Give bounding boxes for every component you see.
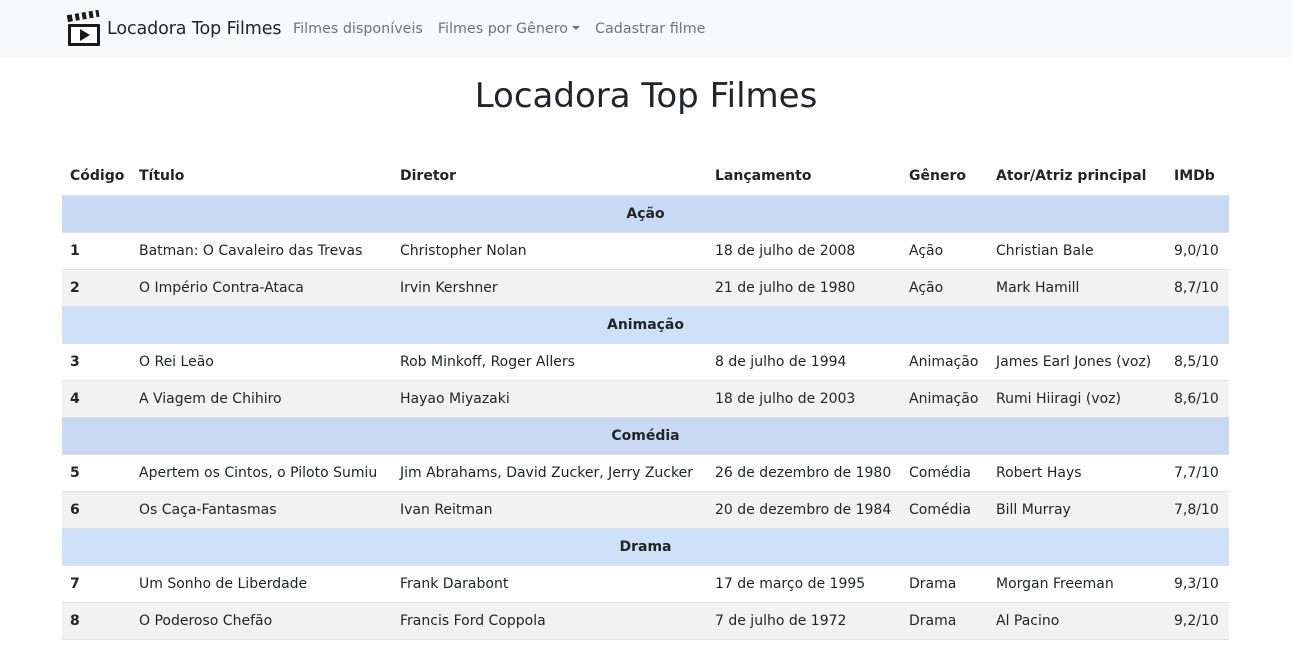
cell-release: 17 de março de 1995 bbox=[707, 564, 901, 602]
genre-group-label: Drama bbox=[62, 527, 1229, 565]
cell-release: 26 de dezembro de 1980 bbox=[707, 453, 901, 491]
cell-director: Irvin Kershner bbox=[392, 268, 707, 306]
cell-director: Hayao Miyazaki bbox=[392, 379, 707, 417]
table-row: 2 O Império Contra-Ataca Irvin Kershner … bbox=[62, 268, 1229, 306]
clapperboard-icon bbox=[66, 10, 100, 46]
nav-register-movie-label: Cadastrar filme bbox=[595, 20, 706, 37]
table-row: 5 Apertem os Cintos, o Piloto Sumiu Jim … bbox=[62, 453, 1229, 491]
cell-title: O Império Contra-Ataca bbox=[131, 268, 392, 306]
cell-imdb: 8,7/10 bbox=[1166, 268, 1229, 306]
cell-release: 7 de julho de 1972 bbox=[707, 601, 901, 640]
brand-link[interactable]: Locadora Top Filmes bbox=[66, 10, 282, 48]
cell-code: 6 bbox=[62, 490, 131, 528]
cell-title: Batman: O Cavaleiro das Trevas bbox=[131, 231, 392, 269]
cell-code: 8 bbox=[62, 601, 131, 640]
cell-imdb: 7,7/10 bbox=[1166, 453, 1229, 491]
cell-genre: Animação bbox=[901, 342, 988, 380]
header-title: Título bbox=[131, 158, 392, 196]
nav-links: Filmes disponíveis Filmes por Gênero Cad… bbox=[293, 0, 720, 57]
cell-title: A Viagem de Chihiro bbox=[131, 379, 392, 417]
genre-group-row: Drama bbox=[62, 527, 1229, 565]
header-genre: Gênero bbox=[901, 158, 988, 196]
table-row: 6 Os Caça-Fantasmas Ivan Reitman 20 de d… bbox=[62, 490, 1229, 528]
table-header-row: Código Título Diretor Lançamento Gênero … bbox=[62, 158, 1229, 196]
genre-group-label: Animação bbox=[62, 305, 1229, 343]
genre-group-label: Comédia bbox=[62, 416, 1229, 454]
brand-label: Locadora Top Filmes bbox=[107, 19, 282, 39]
cell-lead-actor: Robert Hays bbox=[988, 453, 1166, 491]
cell-lead-actor: Bill Murray bbox=[988, 490, 1166, 528]
cell-imdb: 9,2/10 bbox=[1166, 601, 1229, 640]
cell-lead-actor: Christian Bale bbox=[988, 231, 1166, 269]
cell-title: Apertem os Cintos, o Piloto Sumiu bbox=[131, 453, 392, 491]
cell-imdb: 9,3/10 bbox=[1166, 564, 1229, 602]
cell-director: Christopher Nolan bbox=[392, 231, 707, 269]
genre-group-row: Animação bbox=[62, 305, 1229, 343]
genre-group-row: Comédia bbox=[62, 416, 1229, 454]
cell-code: 3 bbox=[62, 342, 131, 380]
cell-release: 18 de julho de 2003 bbox=[707, 379, 901, 417]
cell-director: Jim Abrahams, David Zucker, Jerry Zucker bbox=[392, 453, 707, 491]
cell-code: 5 bbox=[62, 453, 131, 491]
cell-imdb: 7,8/10 bbox=[1166, 490, 1229, 528]
header-release: Lançamento bbox=[707, 158, 901, 196]
nav-register-movie[interactable]: Cadastrar filme bbox=[595, 21, 705, 37]
cell-lead-actor: Morgan Freeman bbox=[988, 564, 1166, 602]
cell-genre: Ação bbox=[901, 268, 988, 306]
cell-code: 7 bbox=[62, 564, 131, 602]
nav-movies-by-genre-label: Filmes por Gênero bbox=[437, 20, 569, 37]
genre-group-row: Ação bbox=[62, 194, 1229, 232]
table-row: 8 O Poderoso Chefão Francis Ford Coppola… bbox=[62, 601, 1229, 640]
cell-genre: Comédia bbox=[901, 490, 988, 528]
cell-release: 20 de dezembro de 1984 bbox=[707, 490, 901, 528]
cell-code: 1 bbox=[62, 231, 131, 269]
movies-table: Código Título Diretor Lançamento Gênero … bbox=[62, 158, 1229, 640]
navbar: Locadora Top Filmes Filmes disponíveis F… bbox=[0, 0, 1292, 57]
cell-title: O Rei Leão bbox=[131, 342, 392, 380]
genre-group-label: Ação bbox=[62, 194, 1229, 232]
cell-release: 18 de julho de 2008 bbox=[707, 231, 901, 269]
cell-director: Frank Darabont bbox=[392, 564, 707, 602]
cell-genre: Drama bbox=[901, 601, 988, 640]
nav-movies-by-genre-dropdown[interactable]: Filmes por Gênero bbox=[437, 20, 581, 37]
table-row: 1 Batman: O Cavaleiro das Trevas Christo… bbox=[62, 231, 1229, 269]
table-row: 7 Um Sonho de Liberdade Frank Darabont 1… bbox=[62, 564, 1229, 602]
cell-director: Ivan Reitman bbox=[392, 490, 707, 528]
cell-genre: Ação bbox=[901, 231, 988, 269]
cell-director: Rob Minkoff, Roger Allers bbox=[392, 342, 707, 380]
header-lead-actor: Ator/Atriz principal bbox=[988, 158, 1166, 196]
cell-imdb: 8,6/10 bbox=[1166, 379, 1229, 417]
cell-lead-actor: Al Pacino bbox=[988, 601, 1166, 640]
cell-genre: Drama bbox=[901, 564, 988, 602]
nav-available-movies-label: Filmes disponíveis bbox=[293, 20, 423, 37]
cell-lead-actor: Mark Hamill bbox=[988, 268, 1166, 306]
cell-imdb: 9,0/10 bbox=[1166, 231, 1229, 269]
table-row: 4 A Viagem de Chihiro Hayao Miyazaki 18 … bbox=[62, 379, 1229, 417]
cell-release: 8 de julho de 1994 bbox=[707, 342, 901, 380]
nav-available-movies[interactable]: Filmes disponíveis bbox=[293, 21, 423, 37]
cell-genre: Animação bbox=[901, 379, 988, 417]
cell-code: 4 bbox=[62, 379, 131, 417]
cell-genre: Comédia bbox=[901, 453, 988, 491]
caret-down-icon bbox=[572, 25, 581, 30]
cell-imdb: 8,5/10 bbox=[1166, 342, 1229, 380]
cell-release: 21 de julho de 1980 bbox=[707, 268, 901, 306]
cell-director: Francis Ford Coppola bbox=[392, 601, 707, 640]
table-row: 3 O Rei Leão Rob Minkoff, Roger Allers 8… bbox=[62, 342, 1229, 380]
cell-lead-actor: James Earl Jones (voz) bbox=[988, 342, 1166, 380]
header-code: Código bbox=[62, 158, 131, 196]
cell-lead-actor: Rumi Hiiragi (voz) bbox=[988, 379, 1166, 417]
header-imdb: IMDb bbox=[1166, 158, 1229, 196]
cell-title: Os Caça-Fantasmas bbox=[131, 490, 392, 528]
cell-title: O Poderoso Chefão bbox=[131, 601, 392, 640]
cell-code: 2 bbox=[62, 268, 131, 306]
page-title: Locadora Top Filmes bbox=[474, 76, 818, 116]
header-director: Diretor bbox=[392, 158, 707, 196]
cell-title: Um Sonho de Liberdade bbox=[131, 564, 392, 602]
